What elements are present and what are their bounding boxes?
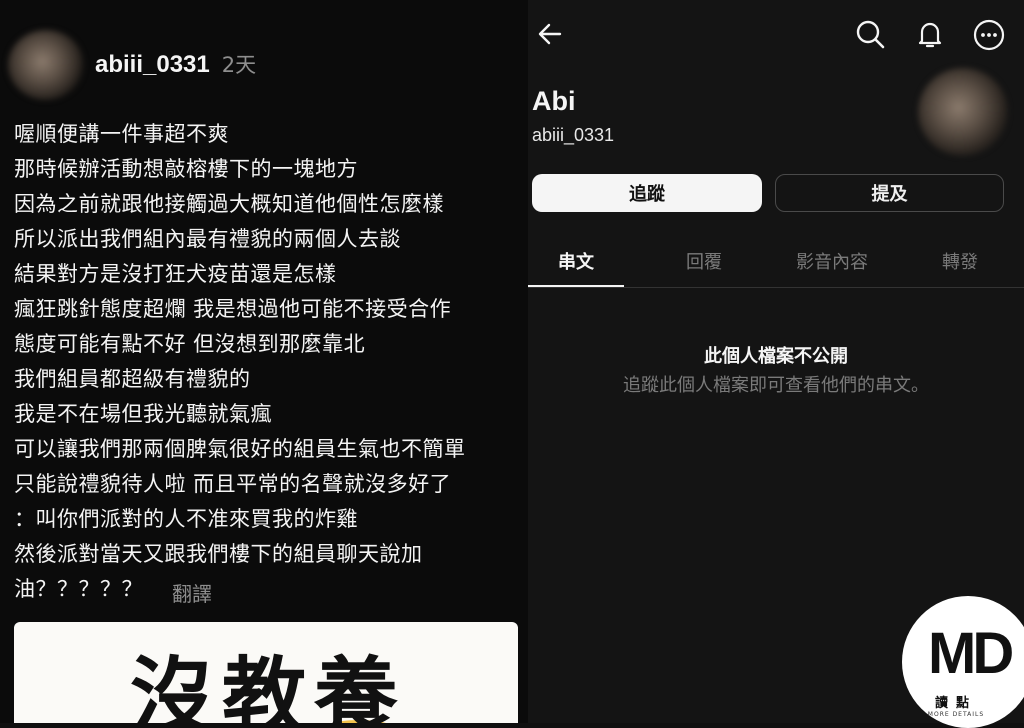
search-icon[interactable] bbox=[854, 18, 886, 50]
post-timestamp: 2天 bbox=[221, 53, 257, 77]
watermark-logo: MD 讀點 MORE DETAILS bbox=[902, 596, 1024, 728]
profile-name: Abi bbox=[532, 86, 576, 116]
post-line: 油？？？？？ bbox=[14, 577, 143, 601]
post-header: abiii_0331 2天 bbox=[95, 49, 256, 79]
bell-icon[interactable] bbox=[914, 18, 946, 50]
tab-threads[interactable]: 串文 bbox=[558, 248, 594, 274]
post-image[interactable]: 沒教養 bbox=[14, 622, 518, 723]
tab-media[interactable]: 影音內容 bbox=[796, 248, 868, 274]
tab-replies[interactable]: 回覆 bbox=[686, 248, 722, 274]
private-profile-subtitle: 追蹤此個人檔案即可查看他們的串文。 bbox=[623, 375, 929, 396]
follow-button[interactable]: 追蹤 bbox=[532, 174, 762, 212]
post-line: 態度可能有點不好 但沒想到那麼靠北 bbox=[14, 332, 366, 356]
tab-reposts[interactable]: 轉發 bbox=[942, 248, 978, 274]
post-line: 喔順便講一件事超不爽 bbox=[14, 122, 229, 146]
post-line: 結果對方是沒打狂犬疫苗還是怎樣 bbox=[14, 262, 337, 286]
profile-handle: abiii_0331 bbox=[532, 125, 615, 145]
post-line: 可以讓我們那兩個脾氣很好的組員生氣也不簡單 bbox=[14, 437, 466, 461]
back-arrow-icon[interactable] bbox=[536, 20, 564, 48]
post-panel: abiii_0331 2天 喔順便講一件事超不爽 那時候辦活動想敲榕樓下的一塊地… bbox=[0, 0, 528, 723]
post-line: 所以派出我們組內最有禮貌的兩個人去談 bbox=[14, 227, 401, 251]
post-line: 那時候辦活動想敲榕樓下的一塊地方 bbox=[14, 157, 358, 181]
mention-button[interactable]: 提及 bbox=[775, 174, 1004, 212]
logo-label: 讀點 bbox=[934, 696, 977, 711]
translate-link[interactable]: 翻譯 bbox=[172, 578, 212, 607]
post-username[interactable]: abiii_0331 bbox=[95, 51, 210, 79]
profile-avatar[interactable] bbox=[918, 68, 1008, 156]
post-line: 然後派對當天又跟我們樓下的組員聊天說加 bbox=[14, 542, 423, 566]
post-line: 只能說禮貌待人啦 而且平常的名聲就沒多好了 bbox=[14, 472, 452, 496]
tab-divider bbox=[528, 287, 1024, 288]
post-body: 喔順便講一件事超不爽 那時候辦活動想敲榕樓下的一塊地方 因為之前就跟他接觸過大概… bbox=[14, 117, 526, 607]
more-icon[interactable] bbox=[972, 18, 1006, 52]
post-line: 瘋狂跳針態度超爛 我是想過他可能不接受合作 bbox=[14, 297, 452, 321]
post-line: 我們組員都超級有禮貌的 bbox=[14, 367, 251, 391]
post-line: 我是不在場但我光聽就氣瘋 bbox=[14, 402, 272, 426]
private-profile-title: 此個人檔案不公開 bbox=[704, 346, 848, 367]
logo-mark: MD bbox=[928, 621, 1014, 686]
post-line: 因為之前就跟他接觸過大概知道他個性怎麼樣 bbox=[14, 192, 444, 216]
sticker-text: 沒教養 bbox=[130, 648, 407, 723]
logo-subtitle: MORE DETAILS bbox=[927, 711, 985, 718]
post-author-avatar[interactable] bbox=[8, 30, 84, 100]
post-line: ：叫你們派對的人不准來買我的炸雞 bbox=[14, 507, 358, 531]
active-tab-indicator bbox=[528, 285, 624, 287]
